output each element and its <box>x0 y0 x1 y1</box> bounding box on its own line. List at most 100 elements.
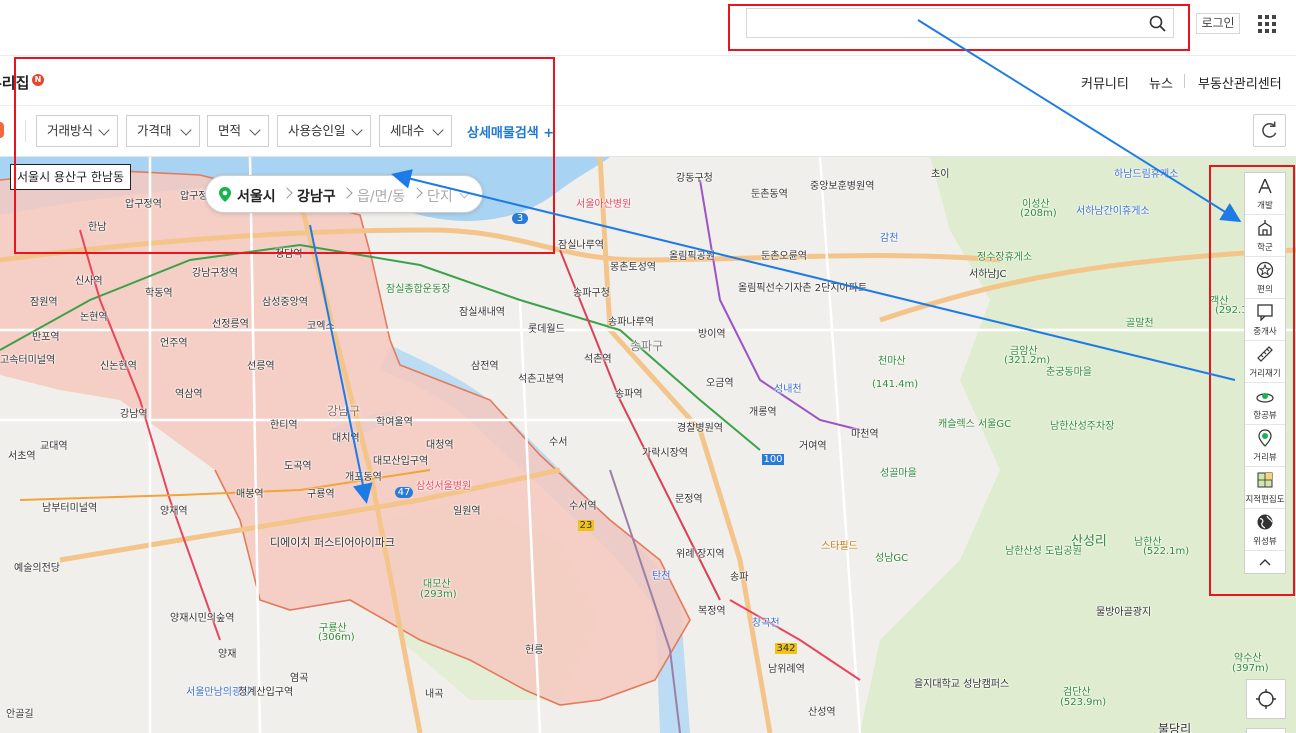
map-label: 선릉역 <box>247 361 275 372</box>
map-label: 수서 <box>549 437 568 448</box>
map-label: 강남구 <box>327 404 361 418</box>
map-label: 경찰병원역 <box>677 423 723 434</box>
elevation-label: (208m) <box>1020 208 1057 219</box>
refresh-button[interactable] <box>1253 114 1286 147</box>
filter-edge-chip[interactable] <box>0 122 4 138</box>
map-label: 감천 <box>880 233 899 244</box>
map-label: 불당리 <box>1158 722 1192 733</box>
annotation-box-tools <box>1209 165 1295 596</box>
map-label: 석촌고분역 <box>518 374 564 385</box>
map-label: 역삼역 <box>175 389 203 400</box>
map-label: 도곡역 <box>284 461 312 472</box>
elevation-label: (397m) <box>1232 663 1269 674</box>
map-label: 잠실나루역 <box>558 240 604 251</box>
map-label: 석촌역 <box>584 354 612 365</box>
map-label: 송파역 <box>615 389 643 400</box>
current-location-button[interactable] <box>1246 679 1286 719</box>
zoom-control[interactable] <box>1246 728 1286 733</box>
map-label: 대모산입구역 <box>373 456 429 467</box>
map-label: 강남역 <box>120 409 148 420</box>
map-label: 송파구 <box>630 339 664 353</box>
map-label: 예술의전당 <box>14 563 60 574</box>
map-label: 강남구청역 <box>192 268 238 279</box>
map-label: 둔촌오륜역 <box>761 251 807 262</box>
elevation-label: (306m) <box>318 632 355 643</box>
apps-grid-icon[interactable] <box>1258 15 1276 33</box>
map-label: 양재시민의숲역 <box>170 613 235 624</box>
map-label: 구룡역 <box>307 489 335 500</box>
map-label: 강동구청 <box>676 173 713 184</box>
map-label: 남한산성주차장 <box>1050 421 1115 432</box>
nav-news[interactable]: 뉴스 <box>1149 73 1173 92</box>
map-label: 정수장휴게소 <box>977 252 1033 263</box>
map-label: 양재 <box>218 649 237 660</box>
map-label: 내곡 <box>425 689 444 700</box>
map-label: 잠실새내역 <box>459 307 505 318</box>
map-label: 검단산 <box>1063 687 1091 698</box>
elevation-label: (293m) <box>420 589 457 600</box>
map-label: 안골길 <box>6 709 34 720</box>
map-label: 올림픽선수기자촌 2단지아파트 <box>738 283 868 294</box>
map-label: 장지역 <box>697 549 725 560</box>
map-label: 스타필드 <box>821 541 858 552</box>
map-label: 서울아산병원 <box>576 199 632 210</box>
annotation-box-search <box>728 4 1190 51</box>
map-label: 송파나루역 <box>608 317 654 328</box>
map-label: 교대역 <box>40 441 68 452</box>
map-label: 서하남JC <box>969 269 1007 280</box>
login-button[interactable]: 로그인 <box>1196 13 1240 34</box>
map-label: 약수산 <box>1234 653 1262 664</box>
map-label: 산성리 <box>1071 534 1107 549</box>
map-label: 대모산 <box>423 579 451 590</box>
map-label: 산성역 <box>808 707 836 718</box>
map-label: 학동역 <box>145 288 173 299</box>
nav-realestate-center[interactable]: 부동산관리센터 <box>1198 73 1282 92</box>
map-label: 남부터미널역 <box>42 503 98 514</box>
map-label: 청계산입구역 <box>238 687 294 698</box>
map-label: 양재역 <box>160 506 188 517</box>
map-label: 하남드림휴게소 <box>1114 169 1179 180</box>
map-label: 물방아골광지 <box>1096 607 1152 618</box>
map-label: 마천역 <box>851 429 879 440</box>
map-label: 잠실종합운동장 <box>386 284 451 295</box>
elevation-label: (321.2m) <box>1004 355 1051 366</box>
map-label: 거여역 <box>799 441 827 452</box>
map-label: 오금역 <box>706 378 734 389</box>
map-label: 천마산 <box>878 356 906 367</box>
nav-community[interactable]: 커뮤니티 <box>1081 73 1129 92</box>
map-label: 대치역 <box>332 433 360 444</box>
map-label: 수서역 <box>569 501 597 512</box>
map-label: 대청역 <box>426 440 454 451</box>
map-label: 방이역 <box>698 329 726 340</box>
nav-divider <box>1184 74 1185 88</box>
elevation-label: (141.4m) <box>872 379 919 390</box>
refresh-icon <box>1262 121 1277 138</box>
map-label: 삼성서울병원 <box>416 481 472 492</box>
map-label: 개롱역 <box>749 407 777 418</box>
map-label: 언주역 <box>160 338 188 349</box>
map-label: 춘궁동마을 <box>1046 367 1092 378</box>
map-label: 고속터미널역 <box>0 355 56 366</box>
map-label: 성내천 <box>774 384 802 395</box>
map-label: 한티역 <box>270 420 298 431</box>
map-label: 신논현역 <box>100 361 137 372</box>
map-label: 일원역 <box>453 506 481 517</box>
map-label: 남위례역 <box>768 664 805 675</box>
map-label: 캐슬렉스 서울GC <box>938 419 1012 430</box>
map-label: 신사역 <box>75 276 103 287</box>
map-label: 염곡 <box>290 673 309 684</box>
map-label: 창곡천 <box>752 618 780 629</box>
map-label: 코엑스 <box>307 321 335 332</box>
elevation-label: (522.1m) <box>1143 546 1190 557</box>
map-label: 초이 <box>931 169 950 180</box>
road-shield: 47 <box>395 487 413 498</box>
road-shield: 23 <box>578 520 594 531</box>
map-label: 선정릉역 <box>212 319 249 330</box>
map-label: 탄천 <box>652 571 671 582</box>
map-label: 둔촌동역 <box>751 189 788 200</box>
map-label: 가락시장역 <box>642 448 688 459</box>
road-shield: 100 <box>762 454 784 465</box>
map-label: 롯데월드 <box>528 324 565 335</box>
map-label: 을지대학교 성남캠퍼스 <box>914 679 1010 690</box>
map-label: 중앙보훈병원역 <box>810 181 875 192</box>
